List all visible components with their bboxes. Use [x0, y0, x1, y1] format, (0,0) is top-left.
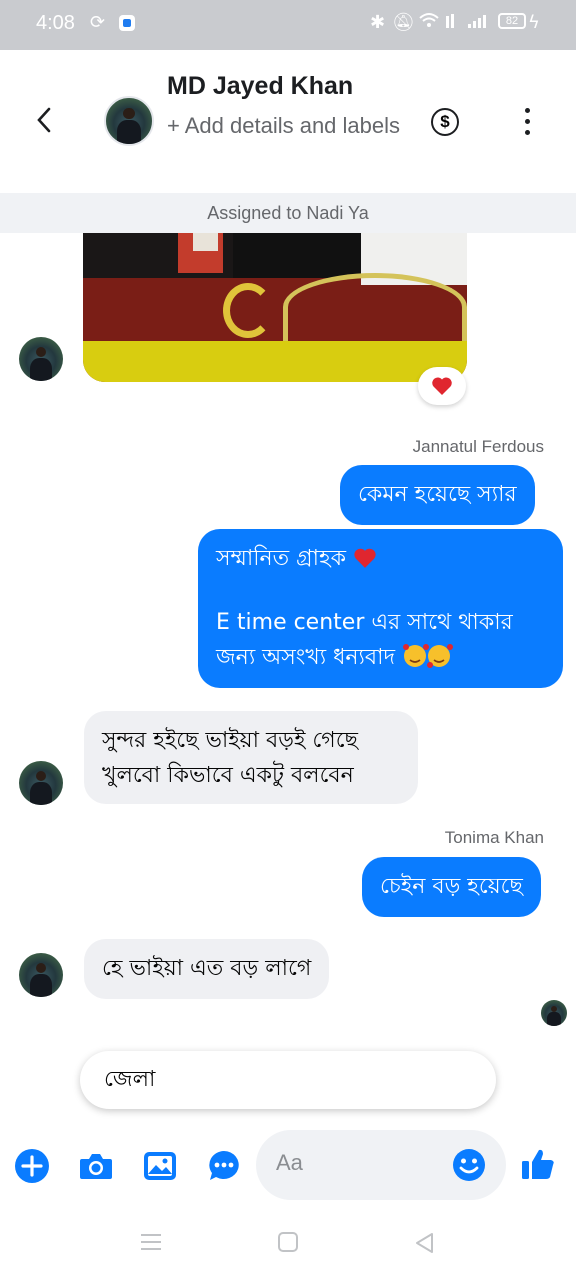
signal-icon	[446, 12, 490, 33]
smiling-hearts-emoji-icon	[403, 644, 454, 668]
message-input[interactable]: Aa	[256, 1130, 506, 1200]
message-text: E time center এর সাথে থাকার	[216, 610, 513, 635]
battery-indicator: 82	[498, 13, 526, 29]
heart-icon	[354, 548, 376, 568]
charging-icon: ϟ	[528, 12, 540, 33]
message-text: চেইন বড় হয়েছে	[380, 874, 523, 899]
outgoing-message[interactable]: সম্মানিত গ্রাহক E time center এর সাথে থা…	[198, 529, 563, 688]
message-reaction[interactable]	[418, 367, 466, 405]
wifi-icon	[418, 10, 440, 35]
message-list[interactable]: Jannatul Ferdous কেমন হয়েছে স্যার সম্মা…	[0, 233, 576, 1128]
conversation-header: MD Jayed Khan + Add details and labels $	[0, 50, 576, 193]
status-bar: 4:08 ⟳ ✱ 🔕︎ 82 ϟ	[0, 0, 576, 50]
heart-icon	[432, 377, 452, 395]
message-text: জন্য অসংখ্য ধন্যবাদ	[216, 645, 396, 670]
incoming-message[interactable]: সুন্দর হইছে ভাইয়া বড়ই গেছে খুলবো কিভাব…	[84, 711, 418, 804]
composer-bar: Aa	[0, 1128, 576, 1204]
emoji-icon[interactable]	[452, 1148, 486, 1182]
sender-label: Jannatul Ferdous	[412, 437, 544, 456]
message-text: হে ভাইয়া এত বড় লাগে	[102, 956, 312, 981]
sync-icon: ⟳	[90, 12, 106, 33]
sender-avatar[interactable]	[19, 337, 63, 381]
message-text: খুলবো কিভাবে একটু বলবেন	[102, 763, 354, 788]
system-nav-bar	[0, 1204, 576, 1280]
bluetooth-icon: ✱	[370, 12, 386, 33]
more-icon[interactable]	[518, 108, 538, 138]
camera-icon[interactable]	[78, 1148, 114, 1184]
app-notification-icon	[118, 14, 136, 37]
sender-avatar[interactable]	[19, 953, 63, 997]
gallery-icon[interactable]	[142, 1148, 178, 1184]
shared-photo[interactable]	[83, 233, 467, 382]
chat-bubble-icon[interactable]	[206, 1148, 242, 1184]
status-time: 4:08	[36, 12, 75, 34]
message-text: কেমন হয়েছে স্যার	[358, 482, 517, 507]
assigned-banner: Assigned to Nadi Ya	[0, 193, 576, 233]
home-icon[interactable]	[278, 1232, 298, 1252]
back-icon[interactable]	[30, 105, 60, 135]
sender-label: Tonima Khan	[444, 828, 544, 847]
message-text: সম্মানিত গ্রাহক	[216, 546, 346, 571]
dollar-icon[interactable]: $	[431, 108, 459, 136]
message-text: সুন্দর হইছে ভাইয়া বড়ই গেছে	[102, 728, 358, 753]
contact-name[interactable]: MD Jayed Khan	[167, 72, 353, 101]
add-details-link[interactable]: + Add details and labels	[167, 108, 407, 143]
mute-icon: 🔕︎	[392, 12, 415, 33]
sender-avatar[interactable]	[19, 761, 63, 805]
thumbs-up-icon[interactable]	[520, 1146, 556, 1182]
back-nav-icon[interactable]	[414, 1232, 434, 1254]
outgoing-message[interactable]: কেমন হয়েছে স্যার	[340, 465, 535, 525]
suggestion-chip[interactable]: জেলা	[80, 1051, 496, 1109]
contact-avatar[interactable]	[104, 96, 154, 146]
incoming-message[interactable]: হে ভাইয়া এত বড় লাগে	[84, 939, 330, 999]
seen-indicator-avatar	[541, 1000, 567, 1026]
plus-icon[interactable]	[14, 1148, 50, 1184]
menu-icon[interactable]	[140, 1232, 162, 1252]
outgoing-message[interactable]: চেইন বড় হয়েছে	[362, 857, 541, 917]
message-input-placeholder: Aa	[276, 1150, 303, 1175]
